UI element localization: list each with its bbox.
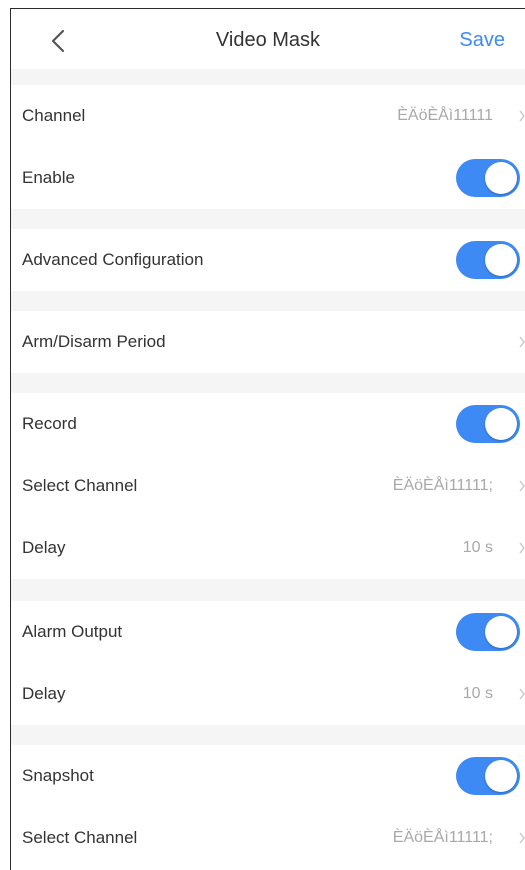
chevron-right-icon (519, 480, 525, 492)
advanced-configuration-label: Advanced Configuration (22, 250, 204, 269)
snapshot-row: Snapshot (11, 745, 525, 807)
advanced-configuration-toggle[interactable] (456, 241, 520, 279)
page-title: Video Mask (215, 29, 321, 51)
advanced-configuration-row: Advanced Configuration (11, 229, 525, 291)
toggle-knob (485, 760, 517, 792)
snapshot-select-channel-label: Select Channel (22, 828, 138, 847)
section-divider (11, 209, 525, 229)
toggle-knob (485, 408, 517, 440)
chevron-right-icon (519, 110, 525, 122)
alarm-delay-row[interactable]: Delay 10 s (11, 663, 525, 725)
save-button[interactable]: Save (459, 29, 505, 52)
channel-label: Channel (22, 106, 86, 125)
chevron-right-icon (519, 542, 525, 554)
record-row: Record (11, 393, 525, 455)
section-divider (11, 579, 525, 601)
app-frame: Video Mask Save Channel ÈÄöÈÅì11111 Enab… (10, 8, 525, 870)
channel-value: ÈÄöÈÅì11111 (397, 107, 493, 124)
snapshot-select-channel-row[interactable]: Select Channel ÈÄöÈÅì11111; (11, 807, 525, 869)
record-label: Record (22, 414, 77, 433)
snapshot-select-channel-value: ÈÄöÈÅì11111; (392, 829, 493, 846)
record-select-channel-value: ÈÄöÈÅì11111; (392, 477, 493, 494)
nav-bar: Video Mask Save (11, 9, 525, 69)
enable-label: Enable (22, 168, 75, 187)
channel-row[interactable]: Channel ÈÄöÈÅì11111 (11, 85, 525, 147)
alarm-output-label: Alarm Output (22, 622, 123, 641)
enable-row: Enable (11, 147, 525, 209)
section-divider (11, 69, 525, 85)
section-divider (11, 725, 525, 745)
enable-toggle[interactable] (456, 159, 520, 197)
arm-disarm-period-label: Arm/Disarm Period (22, 332, 166, 351)
toggle-knob (485, 616, 517, 648)
chevron-right-icon (519, 336, 525, 348)
toggle-knob (485, 244, 517, 276)
toggle-knob (485, 162, 517, 194)
record-delay-label: Delay (22, 538, 66, 557)
record-toggle[interactable] (456, 405, 520, 443)
chevron-right-icon (519, 688, 525, 700)
chevron-right-icon (519, 832, 525, 844)
record-select-channel-label: Select Channel (22, 476, 138, 495)
section-divider (11, 291, 525, 311)
snapshot-toggle[interactable] (456, 757, 520, 795)
record-delay-row[interactable]: Delay 10 s (11, 517, 525, 579)
snapshot-label: Snapshot (22, 766, 94, 785)
alarm-delay-label: Delay (22, 684, 66, 703)
record-delay-value: 10 s (462, 539, 493, 556)
record-select-channel-row[interactable]: Select Channel ÈÄöÈÅì11111; (11, 455, 525, 517)
alarm-output-toggle[interactable] (456, 613, 520, 651)
alarm-output-row: Alarm Output (11, 601, 525, 663)
alarm-delay-value: 10 s (462, 685, 493, 702)
arm-disarm-period-row[interactable]: Arm/Disarm Period (11, 311, 525, 373)
section-divider (11, 373, 525, 393)
